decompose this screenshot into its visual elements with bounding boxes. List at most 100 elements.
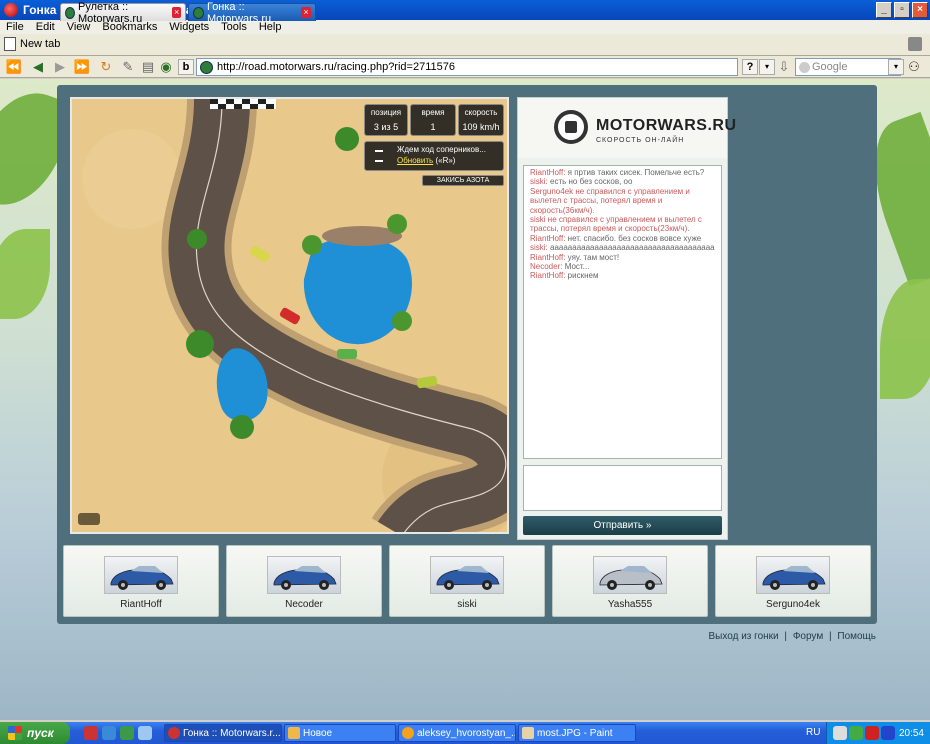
minimize-button[interactable]: _	[876, 2, 892, 18]
close-tab-icon[interactable]: ×	[172, 7, 181, 18]
bush	[335, 127, 359, 151]
player-card[interactable]: Necoder	[226, 545, 382, 617]
start-button[interactable]: пуск	[0, 722, 70, 744]
new-tab-button[interactable]: New tab	[4, 37, 60, 51]
nitro-button[interactable]: ЗАКИСЬ АЗОТА	[422, 175, 504, 186]
help-link[interactable]: Помощь	[837, 631, 876, 642]
palm-tree	[387, 214, 407, 234]
address-dropdown-icon[interactable]: ▾	[759, 59, 775, 75]
bookmark-b-icon[interactable]: b	[178, 59, 194, 75]
taskbar-button-label: Новое	[303, 727, 333, 739]
tray-play-icon[interactable]	[881, 726, 895, 740]
maximize-button[interactable]: ▫	[894, 2, 910, 18]
web-page: позиция 3 из 5 время 1 скорость 109 km/h…	[0, 79, 930, 720]
player-card[interactable]: Serguno4ek	[715, 545, 871, 617]
search-dropdown-icon[interactable]: ▾	[888, 59, 904, 75]
motorwars-logo-icon	[554, 110, 588, 144]
quicklaunch-ie-icon[interactable]	[102, 726, 116, 740]
taskbar-button-folder[interactable]: Новое	[284, 724, 396, 742]
tray-network-icon[interactable]	[849, 726, 863, 740]
send-button[interactable]: Отправить »	[523, 516, 722, 535]
chat-nick[interactable]: Necoder:	[530, 262, 562, 271]
reload-icon[interactable]: ↻	[98, 59, 114, 75]
chat-text: ааааааааааааааааааааааааааааааааааааа	[547, 243, 715, 253]
chat-message: Serguno4ek не справился с управлением и …	[530, 187, 718, 215]
chat-nick[interactable]: RiantHoff:	[530, 168, 565, 177]
bush	[392, 311, 412, 331]
page-icon[interactable]: ▤	[140, 59, 156, 75]
quicklaunch-opera-icon[interactable]	[84, 726, 98, 740]
close-window-button[interactable]: ×	[912, 2, 928, 18]
trash-icon[interactable]	[908, 37, 922, 51]
quicklaunch-media-icon[interactable]	[138, 726, 152, 740]
decor-leaf	[880, 279, 930, 399]
hud-speed-value: 109 km/h	[462, 122, 500, 132]
taskbar: пуск Гонка :: Motorwars.r... Новое aleks…	[0, 722, 930, 744]
taskbar-button-paint[interactable]: most.JPG - Paint	[518, 724, 636, 742]
hud-time-label: время	[421, 108, 445, 117]
hud-position-label: позиция	[370, 108, 402, 117]
fast-forward-icon[interactable]: ⏩	[74, 59, 90, 75]
player-card[interactable]: RiantHoff	[63, 545, 219, 617]
site-icon[interactable]: ◉	[158, 59, 174, 75]
car-green	[337, 349, 357, 359]
menu-file[interactable]: File	[0, 21, 30, 33]
forum-link[interactable]: Форум	[793, 631, 823, 642]
edit-icon[interactable]: ✎	[120, 59, 136, 75]
help-icon[interactable]: ?	[742, 59, 758, 75]
chat-message: RiantHoff: рискнем	[530, 271, 718, 280]
tab-race[interactable]: Гонка :: Motorwars.ru ×	[188, 1, 316, 25]
window-controls: _ ▫ ×	[876, 2, 928, 18]
refresh-link[interactable]: Обновить	[397, 156, 433, 165]
rewind-icon[interactable]: ⏪	[6, 59, 22, 75]
address-url: http://road.motorwars.ru/racing.php?rid=…	[217, 61, 455, 73]
exit-race-link[interactable]: Выход из гонки	[709, 631, 779, 642]
bush	[302, 235, 322, 255]
bush	[186, 330, 214, 358]
taskbar-button-label: aleksey_hvorostyan_...	[417, 727, 516, 739]
chat-nick[interactable]: RiantHoff:	[530, 253, 565, 262]
download-icon[interactable]: ⇩	[776, 59, 792, 75]
motorwars-favicon	[193, 6, 204, 19]
chat-message: siski: ааааааааааааааааааааааааааааааааа…	[530, 243, 718, 252]
back-icon[interactable]: ◀	[30, 59, 46, 75]
tab-bar	[0, 34, 930, 56]
tray-k-icon[interactable]	[865, 726, 879, 740]
paint-icon	[522, 727, 534, 739]
search-field[interactable]: Google	[795, 58, 901, 76]
forward-icon[interactable]: ▶	[52, 59, 68, 75]
quicklaunch-desktop-icon[interactable]	[120, 726, 134, 740]
address-bar[interactable]: http://road.motorwars.ru/racing.php?rid=…	[196, 58, 738, 76]
car-image	[593, 556, 667, 594]
player-card[interactable]: siski	[389, 545, 545, 617]
chat-input[interactable]	[523, 465, 722, 511]
logo-area: MOTORWARS.RU СКОРОСТЬ ОН-ЛАЙН	[518, 98, 736, 158]
chat-text: Мост...	[562, 262, 590, 272]
taskbar-button-opera[interactable]: Гонка :: Motorwars.r...	[164, 724, 282, 742]
chat-nick[interactable]: RiantHoff:	[530, 234, 565, 243]
taskbar-button-label: Гонка :: Motorwars.r...	[183, 727, 281, 739]
google-icon	[799, 62, 810, 73]
chat-nick[interactable]: siski:	[530, 243, 548, 252]
chat-log[interactable]: RiantHoff: я пртив таких сисек. Помельче…	[523, 165, 722, 459]
race-map[interactable]: позиция 3 из 5 время 1 скорость 109 km/h…	[70, 97, 509, 534]
tab-roulette[interactable]: Рулетка :: Motorwars.ru ×	[60, 1, 186, 25]
player-name: siski	[457, 599, 477, 610]
taskbar-button-aleksey[interactable]: aleksey_hvorostyan_...	[398, 724, 516, 742]
taskbar-button-label: most.JPG - Paint	[537, 727, 613, 739]
player-name: Necoder	[285, 599, 323, 610]
player-card[interactable]: Yasha555	[552, 545, 708, 617]
chat-text: рискнем	[565, 271, 599, 281]
hud-speed-label: скорость	[464, 108, 498, 117]
chat-nick[interactable]: siski:	[530, 177, 548, 186]
logo-subtitle: СКОРОСТЬ ОН-ЛАЙН	[596, 137, 685, 144]
chat-nick[interactable]: RiantHoff:	[530, 271, 565, 280]
menu-edit[interactable]: Edit	[30, 21, 61, 33]
close-tab-icon[interactable]: ×	[301, 7, 311, 18]
opera-icon	[168, 727, 180, 739]
zoom-glasses-icon[interactable]: ⚇	[906, 59, 922, 75]
hud-position-value: 3 из 5	[373, 122, 399, 132]
tray-volume-icon[interactable]	[833, 726, 847, 740]
chat-message: RiantHoff: нет. спасибо. без сосков вовс…	[530, 234, 718, 243]
language-indicator[interactable]: RU	[806, 727, 820, 738]
